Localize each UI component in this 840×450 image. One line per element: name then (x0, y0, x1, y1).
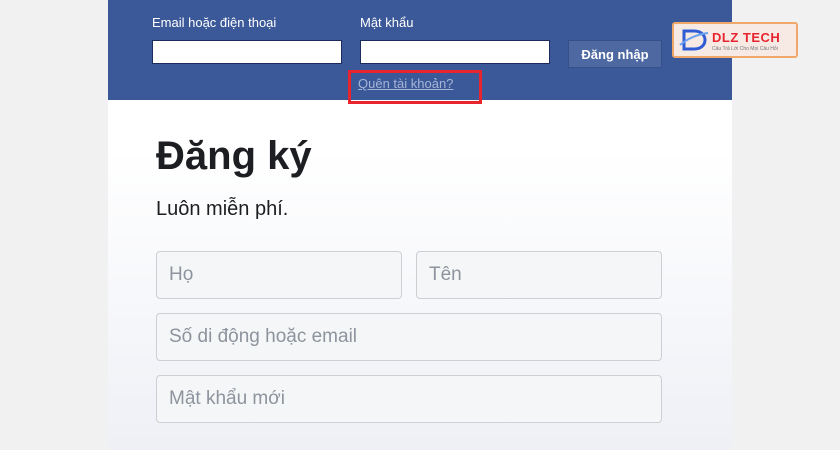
password-input[interactable] (360, 40, 550, 64)
watermark-brand: DLZ TECH (712, 30, 781, 45)
signup-title: Đăng ký (156, 134, 312, 178)
facebook-page: Email hoặc điện thoại Mật khẩu Đăng nhập… (108, 0, 732, 450)
contact-input[interactable] (156, 313, 662, 361)
password-label: Mật khẩu (360, 15, 414, 30)
dlz-logo-icon (679, 29, 709, 51)
last-name-input[interactable] (156, 251, 402, 299)
first-name-input[interactable] (416, 251, 662, 299)
dlz-tech-watermark: DLZ TECH Câu Trả Lời Cho Mọi Câu Hỏi (672, 22, 798, 58)
forgot-account-link[interactable]: Quên tài khoản? (358, 76, 453, 91)
watermark-tagline: Câu Trả Lời Cho Mọi Câu Hỏi (712, 46, 778, 52)
email-label: Email hoặc điện thoại (152, 15, 277, 30)
signup-subtitle: Luôn miễn phí. (156, 198, 289, 220)
email-input[interactable] (152, 40, 342, 64)
login-button[interactable]: Đăng nhập (568, 40, 662, 68)
new-password-input[interactable] (156, 375, 662, 423)
